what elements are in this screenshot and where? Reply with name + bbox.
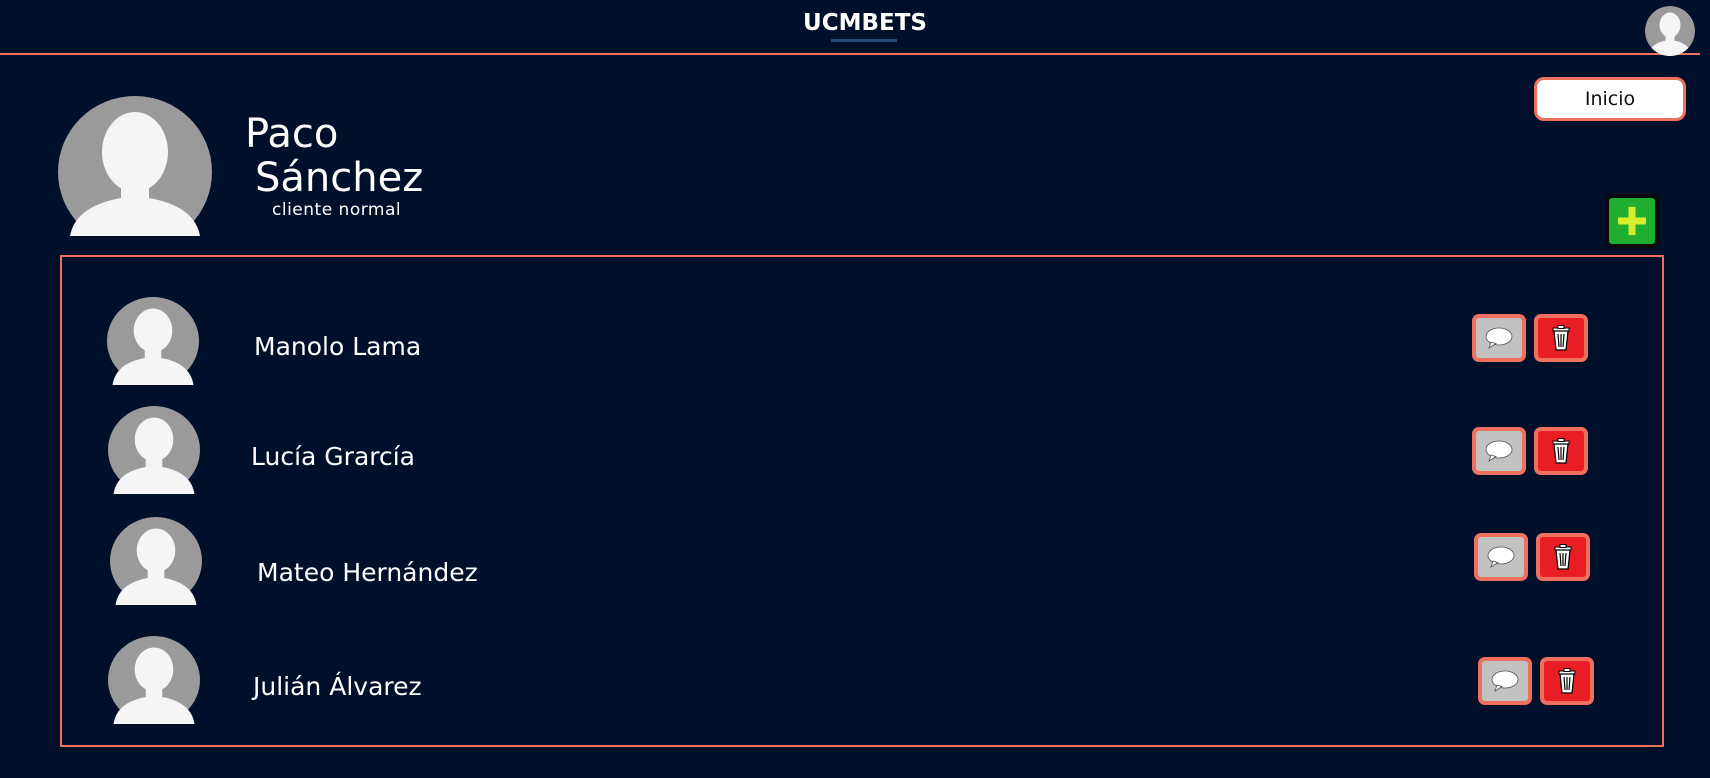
- profile-avatar-icon: [58, 96, 212, 236]
- inicio-button[interactable]: Inicio: [1534, 77, 1686, 121]
- trash-icon: [1554, 544, 1572, 570]
- friend-avatar-icon: [108, 636, 200, 724]
- friend-avatar-icon: [107, 297, 199, 385]
- delete-button[interactable]: [1540, 657, 1594, 705]
- plus-icon: [1618, 207, 1646, 235]
- friend-name: Mateo Hernández: [257, 558, 478, 587]
- friend-name: Julián Álvarez: [253, 672, 422, 701]
- delete-button[interactable]: [1536, 533, 1590, 581]
- chat-button[interactable]: [1472, 427, 1526, 475]
- friend-avatar-icon: [108, 406, 200, 494]
- speech-bubble-icon: [1487, 546, 1515, 568]
- friend-avatar-icon: [110, 517, 202, 605]
- user-avatar-icon[interactable]: [1645, 6, 1695, 56]
- profile-first-name: Paco: [245, 111, 339, 157]
- add-friend-button[interactable]: [1605, 194, 1659, 248]
- friend-name: Manolo Lama: [254, 332, 422, 361]
- logo-underline: [831, 39, 897, 42]
- app-logo[interactable]: UCMBETS: [0, 10, 1710, 36]
- profile-last-name: Sánchez: [255, 155, 424, 201]
- friend-name: Lucía Grarcía: [251, 442, 416, 471]
- chat-button[interactable]: [1474, 533, 1528, 581]
- trash-icon: [1558, 668, 1576, 694]
- profile-role: cliente normal: [272, 200, 402, 220]
- chat-button[interactable]: [1472, 314, 1526, 362]
- trash-icon: [1552, 438, 1570, 464]
- delete-button[interactable]: [1534, 314, 1588, 362]
- speech-bubble-icon: [1491, 670, 1519, 692]
- speech-bubble-icon: [1485, 440, 1513, 462]
- chat-button[interactable]: [1478, 657, 1532, 705]
- speech-bubble-icon: [1485, 327, 1513, 349]
- delete-button[interactable]: [1534, 427, 1588, 475]
- trash-icon: [1552, 325, 1570, 351]
